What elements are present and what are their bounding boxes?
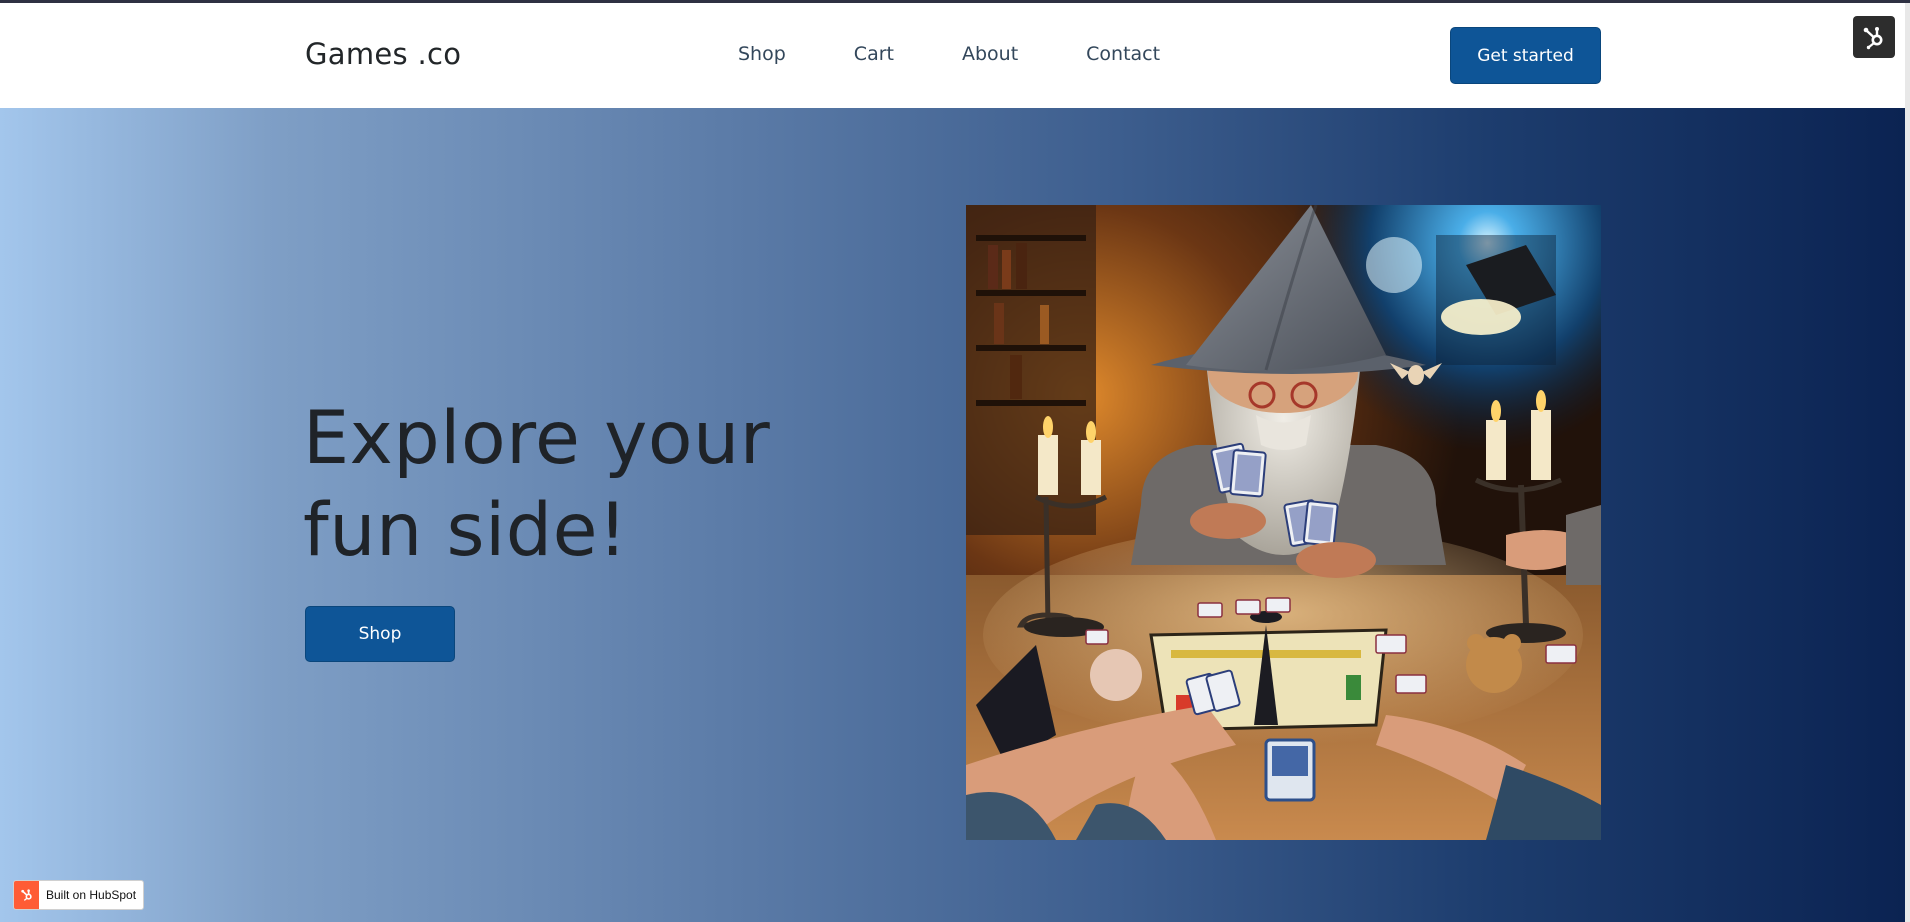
hero-shop-button[interactable]: Shop <box>305 606 455 662</box>
site-header: Games .co Shop Cart About Contact Get st… <box>0 3 1905 108</box>
nav-link-contact[interactable]: Contact <box>1086 43 1160 65</box>
hero-headline-line1: Explore your <box>303 396 771 481</box>
hero-headline: Explore your fun side! <box>303 393 770 577</box>
main-nav: Shop Cart About Contact <box>738 43 1160 65</box>
hubspot-sprocket-icon[interactable] <box>1853 16 1895 58</box>
hero-image <box>966 205 1601 840</box>
wizard-card-game-illustration <box>966 205 1601 840</box>
site-logo[interactable]: Games .co <box>305 37 461 71</box>
nav-link-cart[interactable]: Cart <box>854 43 894 65</box>
hero-section: Explore your fun side! Shop <box>0 108 1905 922</box>
badge-label: Built on HubSpot <box>46 888 137 902</box>
nav-link-about[interactable]: About <box>962 43 1018 65</box>
built-on-hubspot-badge[interactable]: Built on HubSpot <box>13 880 144 910</box>
get-started-button[interactable]: Get started <box>1450 27 1601 84</box>
sprocket-glyph <box>1863 27 1883 50</box>
scrollbar[interactable] <box>1905 3 1910 922</box>
hero-headline-line2: fun side! <box>303 488 628 573</box>
page: Games .co Shop Cart About Contact Get st… <box>0 0 1910 922</box>
hubspot-sprocket-icon <box>14 881 39 909</box>
badge-sprocket-glyph <box>20 889 32 901</box>
nav-link-shop[interactable]: Shop <box>738 43 786 65</box>
